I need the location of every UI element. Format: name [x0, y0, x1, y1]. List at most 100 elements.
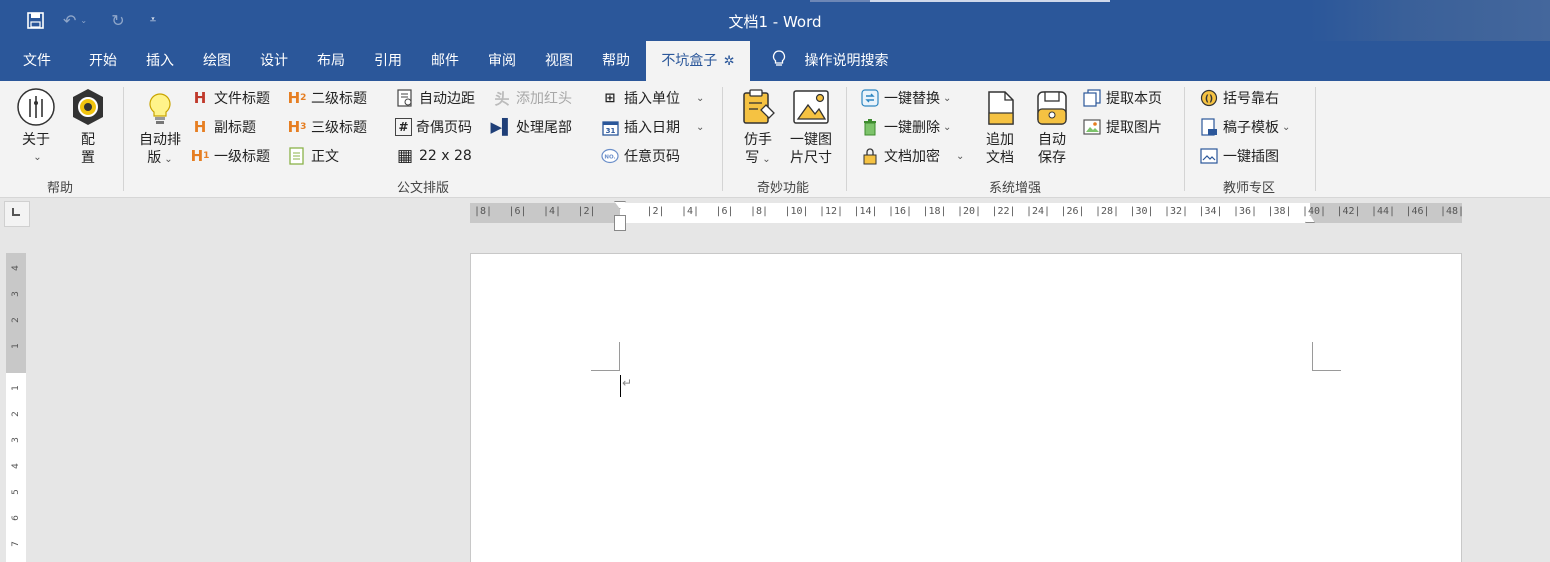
- about-button[interactable]: 关于 ⌄: [14, 87, 58, 167]
- ruler-tick-label: |24|: [1026, 206, 1051, 217]
- tab-stop-icon: [12, 208, 20, 216]
- heading3-button[interactable]: H 3 三级标题: [287, 115, 367, 139]
- config-button[interactable]: 配 置: [68, 87, 108, 167]
- tab-insert[interactable]: 插入: [137, 41, 183, 81]
- one-click-insert-image-label: 一键插图: [1223, 149, 1279, 165]
- group-separator: [1315, 87, 1316, 191]
- ruler-tick-label: |28|: [1095, 206, 1120, 217]
- replace-icon: [860, 88, 880, 108]
- chevron-down-icon: ⌄: [943, 92, 952, 104]
- vertical-ruler-tick-label: 3: [11, 437, 21, 443]
- document-page[interactable]: ↵: [470, 253, 1462, 562]
- chevron-down-icon: ⌄: [696, 92, 705, 104]
- one-click-delete-button[interactable]: 一键删除 ⌄: [860, 115, 951, 139]
- heading1-label: 一级标题: [214, 149, 270, 165]
- tab-file[interactable]: 文件: [14, 41, 60, 81]
- vertical-ruler-tick-label: 1: [11, 385, 21, 391]
- insert-unit-icon: ⊞: [604, 90, 616, 106]
- tab-view[interactable]: 视图: [536, 41, 582, 81]
- heading2-button[interactable]: H 2 二级标题: [287, 86, 367, 110]
- vertical-ruler-tick-label: 5: [11, 489, 21, 495]
- tab-home[interactable]: 开始: [80, 41, 126, 81]
- ruler-tick-label: |42|: [1336, 206, 1361, 217]
- ruler-tick-label: |46|: [1405, 206, 1430, 217]
- image-frame-icon: [793, 90, 829, 124]
- process-tail-button[interactable]: ▶▌ 处理尾部: [490, 115, 572, 139]
- heading1-button[interactable]: H 1 一级标题: [190, 144, 270, 168]
- heading-h2-icon: H2: [287, 89, 307, 107]
- subtitle-button[interactable]: H 副标题: [190, 115, 256, 139]
- grid-setting-button[interactable]: ▦ 22 x 28: [395, 144, 472, 168]
- vertical-ruler-tick-label: 1: [11, 343, 21, 349]
- tab-design[interactable]: 设计: [251, 41, 297, 81]
- tab-bukeng-box[interactable]: 不坑盒子 ✲: [646, 41, 750, 81]
- tab-help[interactable]: 帮助: [593, 41, 639, 81]
- heading2-label: 二级标题: [311, 91, 367, 107]
- append-doc-icon: [988, 91, 1014, 125]
- lock-icon: [860, 146, 880, 166]
- ruler-tick-label: |4|: [543, 206, 562, 217]
- tab-layout[interactable]: 布局: [308, 41, 354, 81]
- ruler-tick-label: |8|: [474, 206, 493, 217]
- vertical-ruler-tick-label: 6: [11, 515, 21, 521]
- group-separator: [123, 87, 124, 191]
- hanging-indent-marker[interactable]: [614, 215, 626, 231]
- tell-me-search[interactable]: 操作说明搜索: [766, 41, 906, 81]
- auto-layout-label-1: 自动排: [139, 132, 181, 148]
- bracket-right-label: 括号靠右: [1223, 91, 1279, 107]
- lightbulb-icon: [766, 41, 792, 81]
- extract-page-button[interactable]: 提取本页: [1082, 86, 1162, 110]
- heading3-label: 三级标题: [311, 120, 367, 136]
- image-icon: [1082, 117, 1102, 137]
- bracket-right-button[interactable]: () 括号靠右: [1199, 86, 1279, 110]
- process-tail-label: 处理尾部: [516, 120, 572, 136]
- tab-selector[interactable]: [4, 201, 30, 227]
- group-label-qimiao: 奇妙功能: [756, 181, 809, 196]
- tab-references[interactable]: 引用: [365, 41, 411, 81]
- chevron-down-icon: ⌄: [696, 121, 705, 133]
- auto-margin-button[interactable]: 自动边距: [395, 86, 475, 110]
- handwrite-button[interactable]: 仿手 写 ⌄: [734, 87, 782, 169]
- group-label-help: 帮助: [46, 181, 73, 196]
- extract-images-button[interactable]: 提取图片: [1082, 115, 1162, 139]
- ruler-tick-label: |4|: [681, 206, 700, 217]
- red-head-icon: 头: [494, 89, 510, 108]
- append-document-label-1: 追加: [986, 132, 1014, 148]
- auto-save-button[interactable]: 自动 保存: [1032, 89, 1072, 167]
- template-button[interactable]: 稿子模板 ⌄: [1199, 115, 1290, 139]
- document-encrypt-button[interactable]: 文档加密 ⌄: [860, 144, 964, 168]
- ruler-tick-label: |34|: [1198, 206, 1223, 217]
- trash-icon: [860, 117, 880, 137]
- any-page-number-button[interactable]: NO. 任意页码: [600, 144, 680, 168]
- ruler-tick-label: |36|: [1233, 206, 1258, 217]
- any-page-number-label: 任意页码: [624, 149, 680, 165]
- ruler-tick-label: |38|: [1267, 206, 1292, 217]
- vertical-ruler[interactable]: 4 3 2 1 1 2 3 4 5 6 7: [6, 253, 26, 562]
- one-click-insert-image-button[interactable]: 一键插图: [1199, 144, 1279, 168]
- ruler-tick-label: |8|: [750, 206, 769, 217]
- template-icon: [1199, 117, 1219, 137]
- insert-unit-button[interactable]: ⊞ 插入单位 ⌄: [600, 86, 705, 110]
- ruler-tick-label: |10|: [784, 206, 809, 217]
- add-red-head-button[interactable]: 头添加红头: [492, 86, 572, 110]
- title-bar: ↶ ⌄ ↻ ⩡ 文档1 - Word: [0, 0, 1550, 60]
- grid-setting-label: 22 x 28: [419, 148, 472, 164]
- append-document-button[interactable]: 追加 文档: [980, 89, 1020, 167]
- body-text-button[interactable]: 正文: [287, 144, 339, 168]
- tab-mailings[interactable]: 邮件: [422, 41, 468, 81]
- tab-draw[interactable]: 绘图: [194, 41, 240, 81]
- tab-review[interactable]: 审阅: [479, 41, 525, 81]
- paragraph-mark-icon: ↵: [622, 376, 633, 390]
- auto-layout-button[interactable]: 自动排 版 ⌄: [134, 91, 186, 169]
- title-accent-line: [810, 0, 870, 2]
- title-accent-line: [870, 0, 1110, 2]
- hash-page-icon: #: [395, 118, 412, 136]
- vertical-ruler-tick-label: 2: [11, 411, 21, 417]
- one-click-replace-button[interactable]: 一键替换 ⌄: [860, 86, 951, 110]
- horizontal-ruler[interactable]: |8| |6| |4| |2| |2| |4| |6| |8| |10| |12| |14| |16|…: [470, 201, 1464, 231]
- resize-images-button[interactable]: 一键图 片尺寸: [785, 87, 837, 167]
- file-title-button[interactable]: H 文件标题: [190, 86, 270, 110]
- handwrite-label-1: 仿手: [744, 132, 772, 148]
- insert-date-button[interactable]: 31 插入日期 ⌄: [600, 115, 704, 139]
- odd-even-page-button[interactable]: # 奇偶页码: [395, 115, 472, 139]
